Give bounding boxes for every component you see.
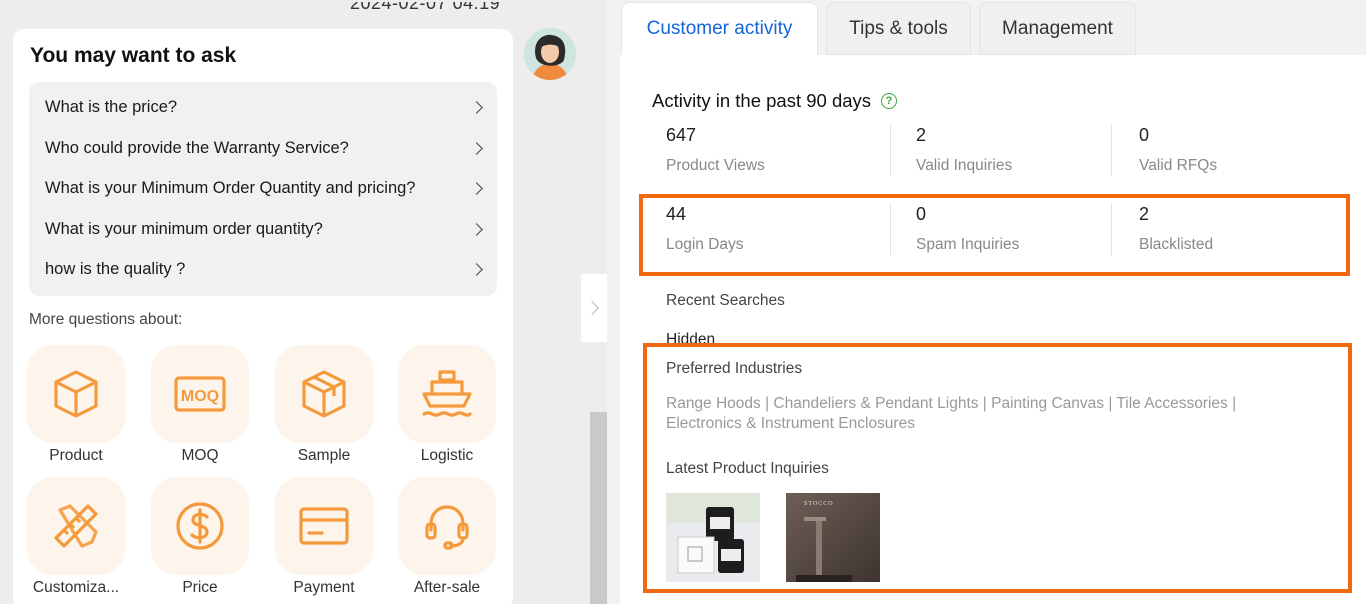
chevron-right-icon xyxy=(470,222,483,236)
stat-value: 647 xyxy=(666,125,697,145)
question-item[interactable]: What is your minimum order quantity? xyxy=(45,217,485,241)
category-label: Customiza... xyxy=(32,579,120,596)
ship-icon xyxy=(422,370,472,417)
avatar xyxy=(524,28,576,80)
category-payment[interactable]: Payment xyxy=(274,477,374,597)
category-label: Logistic xyxy=(420,447,474,464)
highlight-box xyxy=(639,194,1350,276)
stat-value: 2 xyxy=(916,125,927,145)
category-sample[interactable]: Sample xyxy=(274,345,374,465)
chevron-right-icon xyxy=(470,141,483,155)
chevron-right-icon xyxy=(584,300,599,316)
stat-valid-inquiries: 2 Valid Inquiries xyxy=(916,125,1012,175)
activity-title-text: Activity in the past 90 days xyxy=(652,90,872,111)
chevron-right-icon xyxy=(470,262,483,276)
ruler-pencil-icon xyxy=(54,504,98,548)
chat-pane: 2024-02-07 04:19 You may want to ask Wha… xyxy=(0,0,607,604)
question-list: What is the price? Who could provide the… xyxy=(29,82,497,296)
collapse-panel-button[interactable] xyxy=(581,274,607,342)
category-label: Product xyxy=(49,447,103,464)
svg-text:MOQ: MOQ xyxy=(181,388,219,405)
question-item[interactable]: how is the quality ? xyxy=(45,257,485,281)
category-label: After-sale xyxy=(413,579,481,596)
category-logistic[interactable]: Logistic xyxy=(397,345,497,465)
card-icon xyxy=(299,507,349,545)
chevron-right-icon xyxy=(470,100,483,114)
tab-customer-activity[interactable]: Customer activity xyxy=(621,2,818,55)
category-moq[interactable]: MOQ MOQ xyxy=(150,345,250,465)
more-questions-label: More questions about: xyxy=(29,311,183,328)
divider xyxy=(1111,124,1112,176)
category-label: Payment xyxy=(293,579,355,596)
headset-icon xyxy=(425,505,469,550)
stat-valid-rfqs: 0 Valid RFQs xyxy=(1139,125,1217,175)
question-text: What is the price? xyxy=(45,97,178,116)
suggested-questions-card: You may want to ask What is the price? W… xyxy=(13,29,513,604)
category-label: MOQ xyxy=(181,447,219,464)
moq-icon: MOQ xyxy=(174,376,226,412)
stat-value: 0 xyxy=(1139,125,1150,145)
activity-title: Activity in the past 90 days ? xyxy=(652,90,898,112)
help-icon[interactable]: ? xyxy=(881,93,898,109)
cube-icon xyxy=(54,370,98,418)
category-after-sale[interactable]: After-sale xyxy=(397,477,497,597)
question-text: What is your Minimum Order Quantity and … xyxy=(45,178,416,197)
category-price[interactable]: Price xyxy=(150,477,250,597)
chevron-right-icon xyxy=(470,181,483,195)
stat-label: Valid Inquiries xyxy=(916,157,1013,174)
category-customization[interactable]: Customiza... xyxy=(26,477,126,597)
dollar-icon xyxy=(176,502,224,550)
question-text: how is the quality ? xyxy=(45,259,186,278)
tab-management[interactable]: Management xyxy=(979,2,1136,55)
box-icon xyxy=(302,370,346,418)
category-product[interactable]: Product xyxy=(26,345,126,465)
question-item[interactable]: Who could provide the Warranty Service? xyxy=(45,136,485,160)
question-text: Who could provide the Warranty Service? xyxy=(45,138,349,157)
stat-product-views: 647 Product Views xyxy=(666,125,765,175)
highlight-box xyxy=(643,343,1352,593)
stat-label: Valid RFQs xyxy=(1139,157,1218,174)
recent-searches-label: Recent Searches xyxy=(666,292,785,309)
tab-tips-tools[interactable]: Tips & tools xyxy=(826,2,971,55)
message-timestamp: 2024-02-07 04:19 xyxy=(350,2,501,13)
category-label: Sample xyxy=(297,447,351,464)
category-label: Price xyxy=(182,579,218,596)
question-item[interactable]: What is the price? xyxy=(45,95,485,119)
question-text: What is your minimum order quantity? xyxy=(45,219,323,238)
question-item[interactable]: What is your Minimum Order Quantity and … xyxy=(45,176,485,200)
stat-label: Product Views xyxy=(666,157,765,174)
ask-title: You may want to ask xyxy=(30,44,237,67)
divider xyxy=(890,124,891,176)
scrollbar[interactable] xyxy=(590,412,607,604)
